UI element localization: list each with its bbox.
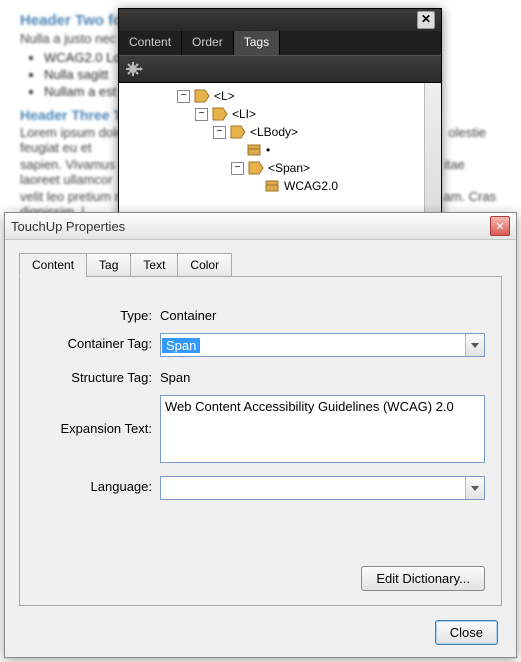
tab-order[interactable]: Order (182, 31, 234, 55)
tree-label: WCAG2.0 (284, 179, 338, 193)
expansion-text-label: Expansion Text: (36, 395, 160, 436)
close-button[interactable]: Close (435, 620, 498, 645)
tag-icon (212, 107, 228, 121)
tab-content[interactable]: Content (119, 31, 182, 55)
tree-node[interactable]: − <L> (121, 87, 439, 105)
dialog-titlebar[interactable]: TouchUp Properties ✕ (5, 213, 516, 240)
tree-node[interactable]: − <LBody> (121, 123, 439, 141)
tab-content[interactable]: Content (19, 253, 87, 277)
language-label: Language: (36, 476, 160, 494)
tree-node[interactable]: − <Span> (121, 159, 439, 177)
scrollbar[interactable] (424, 83, 441, 215)
container-tag-label: Container Tag: (36, 333, 160, 351)
close-icon[interactable]: ✕ (417, 11, 435, 29)
chevron-down-icon[interactable] (465, 334, 484, 356)
tree-label: • (266, 143, 270, 157)
language-combo[interactable] (160, 476, 485, 500)
edit-dictionary-button[interactable]: Edit Dictionary... (361, 566, 485, 591)
touchup-properties-dialog: TouchUp Properties ✕ Content Tag Text Co… (4, 212, 517, 658)
tab-tags[interactable]: Tags (234, 31, 280, 55)
structure-tag-label: Structure Tag: (36, 367, 160, 385)
collapse-icon[interactable]: − (213, 126, 226, 139)
tab-pane-content: Type: Container Container Tag: Span Stru… (19, 276, 502, 606)
tags-tree[interactable]: −<L> −<LI> −<LBody> • −<Span> WCAG2.0 (119, 83, 441, 217)
close-icon[interactable]: ✕ (490, 216, 510, 236)
tree-label: <Span> (268, 161, 310, 175)
panel-toolbar (119, 55, 441, 83)
type-label: Type: (36, 305, 160, 323)
dialog-title: TouchUp Properties (11, 219, 125, 234)
collapse-icon[interactable]: − (195, 108, 208, 121)
container-tag-value: Span (162, 338, 200, 353)
panel-titlebar[interactable]: ✕ (119, 9, 441, 31)
tag-icon (194, 89, 210, 103)
tag-icon (230, 125, 246, 139)
tag-icon (248, 161, 264, 175)
panel-tabs: Content Order Tags (119, 31, 441, 55)
box-icon (264, 179, 280, 193)
expansion-text-field[interactable] (160, 395, 485, 463)
tab-tag[interactable]: Tag (86, 253, 131, 277)
container-tag-combo[interactable]: Span (160, 333, 485, 357)
tree-node[interactable]: − <LI> (121, 105, 439, 123)
tree-node[interactable]: • (121, 141, 439, 159)
collapse-icon[interactable]: − (177, 90, 190, 103)
gear-icon[interactable] (125, 60, 143, 78)
tree-node[interactable]: WCAG2.0 (121, 177, 439, 195)
tree-label: <L> (214, 89, 235, 103)
tab-color[interactable]: Color (177, 253, 232, 277)
tree-label: <LI> (232, 107, 256, 121)
chevron-down-icon[interactable] (465, 477, 484, 499)
box-icon (246, 143, 262, 157)
type-value: Container (160, 305, 485, 323)
tab-text[interactable]: Text (130, 253, 178, 277)
tree-label: <LBody> (250, 125, 298, 139)
structure-tag-value: Span (160, 367, 485, 385)
collapse-icon[interactable]: − (231, 162, 244, 175)
dialog-tabs: Content Tag Text Color (19, 253, 502, 277)
tags-panel: ✕ Content Order Tags −<L> −<LI> −<LBody>… (118, 8, 442, 216)
